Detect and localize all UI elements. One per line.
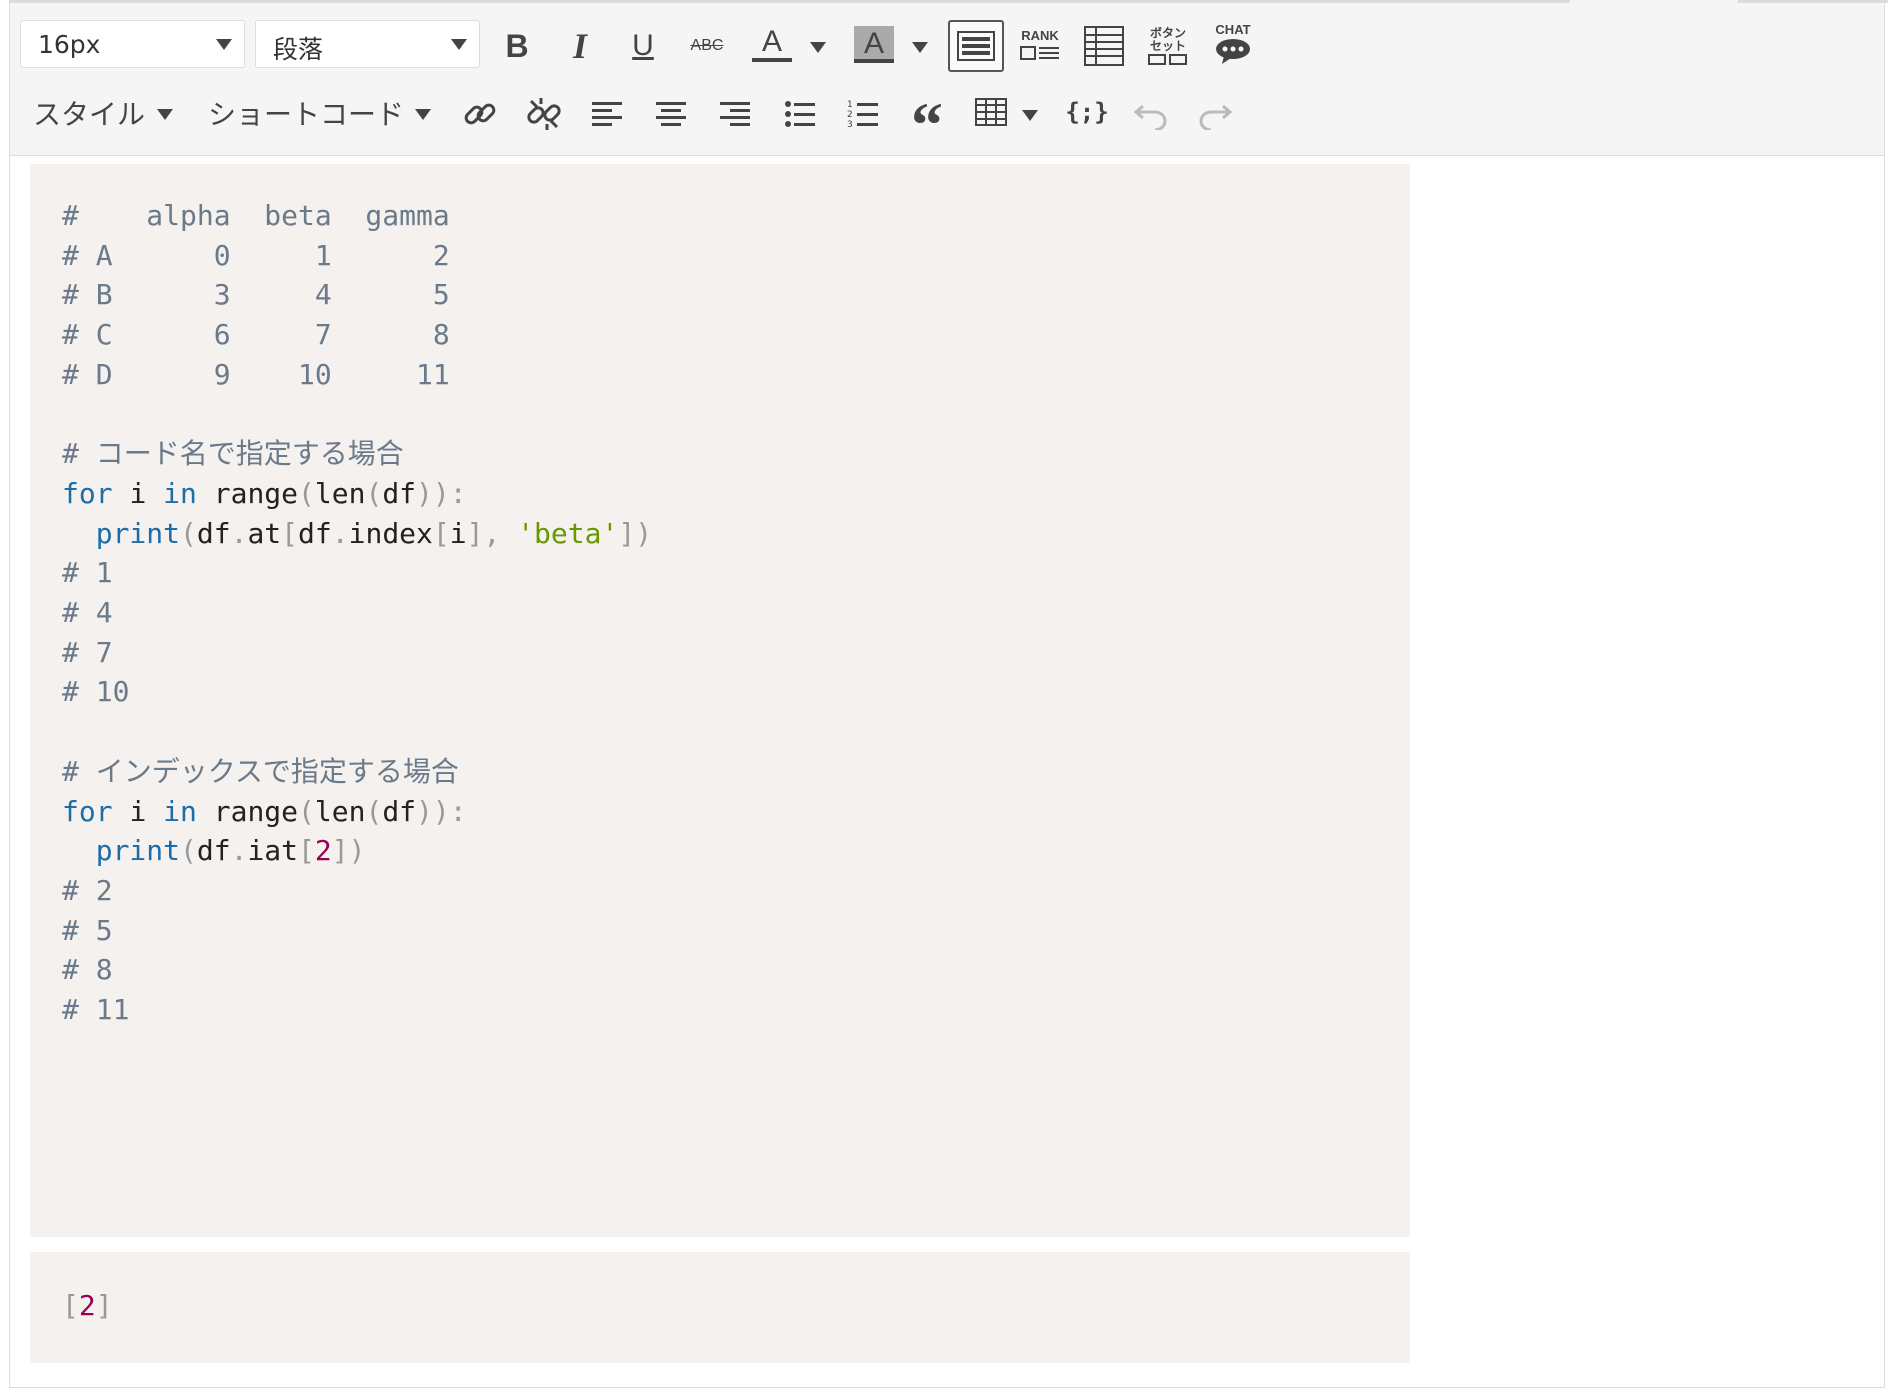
insert-table-button[interactable] <box>966 87 1016 137</box>
background-color-dropdown-icon[interactable] <box>912 42 928 53</box>
svg-text:3: 3 <box>847 120 853 130</box>
code-button[interactable]: {;} <box>1062 87 1112 137</box>
code-line: # 7 <box>62 635 113 669</box>
code-line: print(df.iat[2]) <box>95 834 366 868</box>
button-set-icon <box>1148 54 1187 65</box>
align-left-icon <box>592 102 622 126</box>
align-center-icon <box>656 102 686 126</box>
bulleted-list-icon <box>785 101 815 127</box>
code-line: # A 0 1 2 <box>62 238 450 272</box>
numbered-list-button[interactable]: 1 2 3 <box>838 89 888 139</box>
bracket-open: [ <box>62 1289 79 1322</box>
code-icon: {;} <box>1065 98 1109 126</box>
bold-icon: B <box>505 27 529 64</box>
rank-icon <box>1020 46 1059 60</box>
italic-button[interactable]: I <box>555 21 605 71</box>
code-line: for i in range(len(df)): <box>62 476 467 510</box>
chat-label: CHAT <box>1215 22 1251 37</box>
numbered-list-icon: 1 2 3 <box>847 100 878 130</box>
code-line: # コード名で指定する場合 <box>62 437 404 471</box>
bg-color-bar <box>854 59 894 63</box>
table-dropdown-icon[interactable] <box>1022 110 1038 121</box>
unlink-icon <box>527 98 561 130</box>
remove-link-button[interactable] <box>519 89 569 139</box>
button-set-button[interactable]: ボタン セット <box>1143 21 1193 71</box>
code-line: # D 9 10 11 <box>62 357 450 391</box>
align-left-button[interactable] <box>582 89 632 139</box>
code-line: # 5 <box>62 913 113 947</box>
italic-icon: I <box>572 26 587 66</box>
keyboard-icon <box>957 31 995 61</box>
chat-bubble-icon <box>1216 39 1250 64</box>
bulleted-list-button[interactable] <box>775 89 825 139</box>
align-right-icon <box>720 102 750 126</box>
svg-text:1: 1 <box>847 100 853 110</box>
code-line: # alpha beta gamma <box>62 199 450 232</box>
text-color-icon: A <box>752 26 792 62</box>
code-line: # 8 <box>62 953 113 987</box>
code-line: # 2 <box>62 873 113 907</box>
underline-icon: U <box>632 29 654 62</box>
svg-text:2: 2 <box>847 110 853 120</box>
undo-icon <box>1133 104 1167 130</box>
insert-link-button[interactable] <box>455 89 505 139</box>
rank-label: RANK <box>1021 28 1059 43</box>
text-color-button[interactable]: A <box>747 19 797 69</box>
code-line: # 11 <box>62 993 130 1026</box>
highlight-icon: A <box>854 26 894 62</box>
align-right-button[interactable] <box>710 89 760 139</box>
code-block-output[interactable]: [2] <box>30 1252 1410 1363</box>
keyboard-box-button[interactable] <box>948 20 1004 72</box>
code-line: # 10 <box>62 675 130 709</box>
table-icon <box>975 98 1007 126</box>
table-list-icon <box>1084 26 1124 66</box>
shortcode-menu[interactable]: ショートコード <box>208 93 404 133</box>
button-set-label-2: セット <box>1149 39 1186 53</box>
code-line: # B 3 4 5 <box>62 278 450 312</box>
align-center-button[interactable] <box>646 89 696 139</box>
bracket-close: ] <box>95 1289 113 1322</box>
number-token: 2 <box>78 1289 96 1322</box>
redo-icon <box>1199 104 1233 130</box>
code-line: for i in range(len(df)): <box>62 794 467 828</box>
style-menu[interactable]: スタイル <box>33 93 145 133</box>
quote-icon: “ <box>911 89 943 160</box>
paragraph-format-value: 段落 <box>273 35 324 64</box>
code-line: # 1 <box>62 556 113 590</box>
text-color-bar <box>752 58 792 62</box>
code-line: # C 6 7 8 <box>62 318 450 352</box>
paragraph-format-select[interactable]: 段落 <box>255 20 480 68</box>
toolbar-top-border-right <box>1738 0 1888 3</box>
shortcode-dropdown-icon[interactable] <box>415 109 431 120</box>
strikethrough-button[interactable]: ABC <box>682 21 732 71</box>
table-list-button[interactable] <box>1079 21 1129 71</box>
text-color-glyph: A <box>761 25 782 58</box>
chevron-down-icon <box>451 39 467 50</box>
code-block[interactable]: # alpha beta gamma # A 0 1 2 # B 3 4 5 # C … <box>30 164 1410 1237</box>
bg-color-glyph: A <box>863 27 884 60</box>
chevron-down-icon <box>216 39 232 50</box>
strikethrough-icon: ABC <box>690 37 724 54</box>
font-size-value: 16px <box>38 30 101 59</box>
style-dropdown-icon[interactable] <box>157 109 173 120</box>
text-color-dropdown-icon[interactable] <box>810 42 826 53</box>
undo-button[interactable] <box>1126 89 1176 139</box>
code-line: print(df.at[df.index[i], 'beta']) <box>95 516 653 550</box>
font-size-select[interactable]: 16px <box>20 20 245 68</box>
rank-button[interactable]: RANK <box>1015 21 1065 71</box>
redo-button[interactable] <box>1190 89 1240 139</box>
bold-button[interactable]: B <box>492 21 542 71</box>
code-line: [2] <box>62 1286 113 1326</box>
code-line: # 4 <box>62 596 113 629</box>
link-icon <box>464 103 496 125</box>
toolbar-top-border <box>10 0 1570 3</box>
underline-button[interactable]: U <box>618 21 668 71</box>
blockquote-button[interactable]: “ <box>902 89 952 157</box>
background-color-button[interactable]: A <box>849 19 899 69</box>
chat-button[interactable]: CHAT <box>1208 19 1258 69</box>
code-line: # インデックスで指定する場合 <box>62 754 459 788</box>
